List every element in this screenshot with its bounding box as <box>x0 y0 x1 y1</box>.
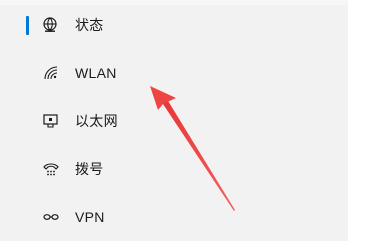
annotation-arrow <box>150 86 235 211</box>
